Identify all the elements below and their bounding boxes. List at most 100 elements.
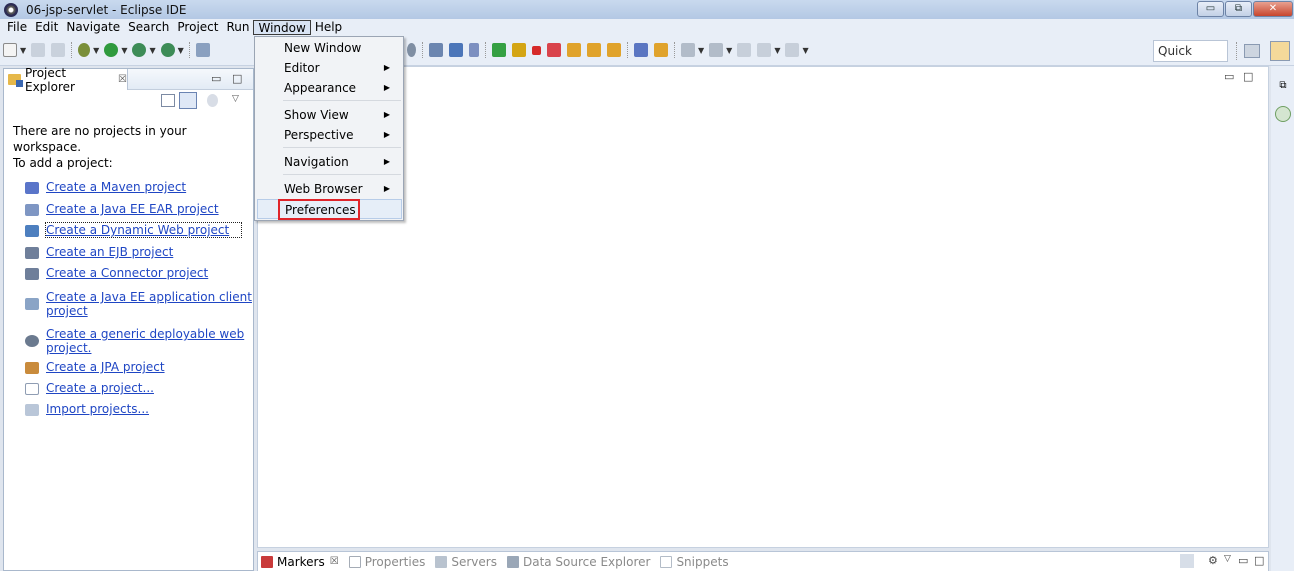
back-dropdown-icon[interactable]: ▼ (774, 46, 780, 55)
jee-perspective-icon[interactable] (1270, 41, 1290, 61)
link-create-ear-project[interactable]: Create a Java EE EAR project (4, 202, 253, 223)
save-all-icon[interactable] (51, 43, 66, 57)
menu-separator (283, 174, 401, 175)
step-return-icon[interactable] (607, 43, 621, 57)
empty-workspace-message: There are no projects in your workspace.… (4, 123, 253, 171)
run-dropdown-icon[interactable]: ▼ (121, 46, 127, 55)
tab-properties[interactable]: Properties (348, 555, 425, 569)
minimized-view-icon[interactable] (1275, 106, 1291, 122)
tab-data-source-explorer[interactable]: Data Source Explorer (506, 555, 650, 569)
view-menu-icon[interactable]: ▽ (232, 94, 246, 107)
menu-navigate[interactable]: Navigate (62, 20, 124, 35)
tab-servers[interactable]: Servers (435, 555, 497, 569)
next-annotation-dropdown-icon[interactable]: ▼ (698, 46, 704, 55)
menu-project[interactable]: Project (173, 20, 222, 35)
menu-window[interactable]: Window (253, 20, 311, 35)
eclipse-logo-icon (4, 2, 18, 17)
minimize-editor-icon[interactable]: ▭ (1224, 70, 1234, 83)
tab-project-explorer[interactable]: Project Explorer ☒ (4, 66, 128, 94)
tab-markers[interactable]: Markers ☒ (261, 554, 339, 569)
menu-item-navigation[interactable]: Navigation ▶ (257, 152, 402, 172)
external-tools-icon[interactable] (160, 43, 175, 57)
next-annotation-icon[interactable] (681, 43, 695, 57)
link-create-project[interactable]: Create a project... (4, 381, 253, 402)
coverage-icon[interactable] (132, 43, 147, 57)
coverage-dropdown-icon[interactable]: ▼ (149, 46, 155, 55)
link-create-maven-project[interactable]: Create a Maven project (4, 180, 253, 202)
new-file-icon[interactable] (3, 43, 17, 57)
menu-item-show-view[interactable]: Show View ▶ (257, 105, 402, 125)
close-button[interactable]: ✕ (1253, 1, 1293, 17)
close-tab-icon[interactable]: ☒ (118, 74, 127, 85)
filter-view-icon[interactable]: ⚙ (1208, 554, 1218, 567)
server-icon[interactable] (195, 43, 210, 57)
menu-item-new-window[interactable]: New Window (257, 38, 402, 58)
link-with-editor-icon[interactable] (179, 92, 197, 109)
last-edit-icon[interactable] (737, 43, 752, 57)
open-type-icon[interactable] (407, 43, 416, 57)
link-create-app-client-project[interactable]: Create a Java EE application client proje… (4, 286, 253, 322)
close-markers-tab-icon[interactable]: ☒ (330, 556, 339, 567)
minimize-view-icon[interactable]: ▭ (211, 72, 221, 85)
save-icon[interactable] (31, 43, 46, 57)
link-create-dynamic-web-project[interactable]: Create a Dynamic Web project (4, 222, 253, 245)
link-create-connector-project[interactable]: Create a Connector project (4, 266, 253, 286)
generic-web-icon (25, 335, 39, 347)
external-tools-dropdown-icon[interactable]: ▼ (178, 46, 184, 55)
link-create-ejb-project[interactable]: Create an EJB project (4, 245, 253, 266)
editor-area[interactable]: ▭ □ (257, 66, 1269, 548)
menu-item-perspective[interactable]: Perspective ▶ (257, 125, 402, 145)
menu-run[interactable]: Run (222, 20, 253, 35)
maximize-bottom-icon[interactable]: □ (1254, 554, 1264, 567)
run-icon[interactable] (104, 43, 119, 57)
toolbar-separator (1236, 42, 1237, 60)
menu-item-appearance[interactable]: Appearance ▶ (257, 78, 402, 98)
quick-access-field[interactable]: Quick Access (1153, 40, 1228, 78)
view-toolbar-icon[interactable] (1180, 554, 1194, 568)
data-source-icon (506, 555, 519, 568)
properties-icon (348, 555, 361, 568)
restore-icon[interactable]: ⧉ (1275, 80, 1291, 96)
console-icon[interactable] (449, 43, 463, 57)
suspend-icon[interactable] (512, 43, 526, 57)
filter-icon[interactable] (207, 94, 218, 107)
terminate-icon[interactable] (532, 45, 541, 55)
open-perspective-icon[interactable] (1244, 44, 1260, 58)
collapse-all-icon[interactable] (161, 94, 175, 107)
previous-annotation-icon[interactable] (709, 43, 724, 57)
minimize-bottom-icon[interactable]: ▭ (1238, 554, 1248, 567)
debug-icon[interactable] (78, 43, 91, 57)
toggle-mark-icon[interactable] (654, 43, 668, 57)
view-menu-icon[interactable]: ▽ (1224, 554, 1231, 564)
menu-item-web-browser[interactable]: Web Browser ▶ (257, 179, 402, 199)
disconnect-icon[interactable] (547, 43, 561, 57)
link-create-jpa-project[interactable]: Create a JPA project (4, 360, 253, 381)
menu-help[interactable]: Help (311, 20, 346, 35)
forward-dropdown-icon[interactable]: ▼ (802, 46, 808, 55)
forward-icon[interactable] (785, 43, 800, 57)
step-over-icon[interactable] (587, 43, 601, 57)
maximize-button[interactable]: ⧉ (1225, 1, 1252, 17)
link-icon[interactable] (469, 43, 479, 57)
tab-snippets[interactable]: Snippets (660, 555, 729, 569)
minimize-button[interactable]: ▭ (1197, 1, 1224, 17)
maximize-view-icon[interactable]: □ (232, 72, 242, 85)
link-import-projects[interactable]: Import projects... (4, 402, 253, 423)
menu-file[interactable]: File (3, 20, 31, 35)
new-dropdown-icon[interactable]: ▼ (20, 46, 26, 55)
step-into-icon[interactable] (567, 43, 581, 57)
tab-markers-label: Markers (277, 554, 325, 569)
menu-search[interactable]: Search (124, 20, 173, 35)
link-create-generic-web-project[interactable]: Create a generic deployable web project. (4, 322, 253, 360)
maximize-editor-icon[interactable]: □ (1243, 70, 1253, 83)
use-step-filters-icon[interactable] (634, 43, 648, 57)
ear-project-icon (25, 204, 39, 216)
previous-annotation-dropdown-icon[interactable]: ▼ (726, 46, 732, 55)
resume-icon[interactable] (492, 43, 506, 57)
submenu-arrow-icon: ▶ (383, 130, 390, 139)
search-icon[interactable] (429, 43, 443, 57)
back-icon[interactable] (757, 43, 772, 57)
menu-edit[interactable]: Edit (31, 20, 62, 35)
menu-item-editor[interactable]: Editor ▶ (257, 58, 402, 78)
debug-dropdown-icon[interactable]: ▼ (93, 46, 99, 55)
